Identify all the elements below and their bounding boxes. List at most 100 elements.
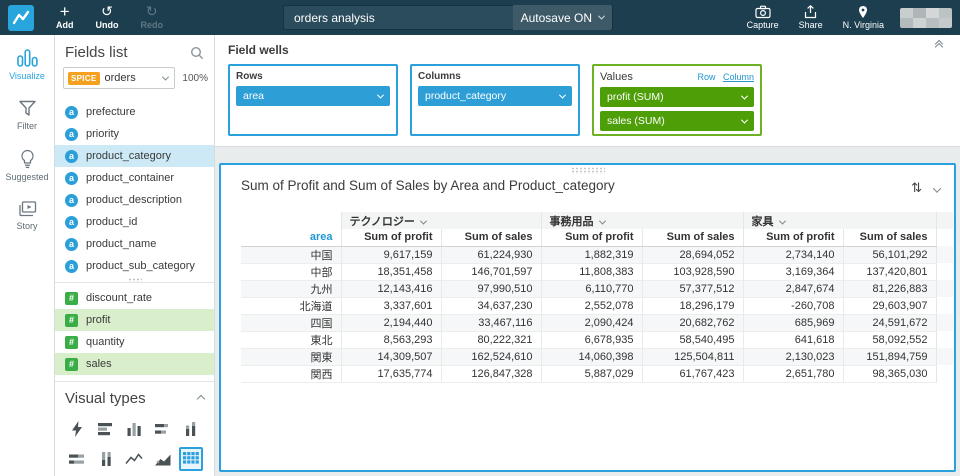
- values-well[interactable]: Values Row Column profit (SUM) sales (SUM…: [592, 64, 762, 136]
- pivot-value-header[interactable]: Sum of profit: [340, 229, 441, 247]
- pivot-value-cell[interactable]: 2,651,780: [742, 365, 843, 383]
- field-item-product_container[interactable]: a product_container: [55, 167, 214, 189]
- nav-visualize[interactable]: Visualize: [0, 47, 54, 81]
- pivot-value-header[interactable]: Sum of profit: [540, 229, 642, 247]
- pivot-value-cell[interactable]: 58,540,495: [641, 331, 743, 349]
- field-item-product_id[interactable]: a product_id: [55, 211, 214, 233]
- visual-type-autograph[interactable]: [65, 417, 89, 441]
- field-list-resize-handle[interactable]: [55, 278, 214, 283]
- pivot-value-cell[interactable]: 103,928,590: [641, 263, 743, 281]
- field-item-discount_rate[interactable]: # discount_rate: [55, 287, 214, 309]
- pivot-value-cell[interactable]: 56,101,292: [842, 246, 936, 264]
- visual-type-horizontal-bar[interactable]: [94, 417, 118, 441]
- pivot-row-label[interactable]: 中部: [241, 263, 341, 281]
- visual-type-area[interactable]: [151, 447, 175, 471]
- pivot-value-cell[interactable]: 29,603,907: [842, 297, 936, 315]
- pivot-value-header[interactable]: Sum of sales: [641, 229, 743, 247]
- pivot-value-cell[interactable]: 28,694,052: [641, 246, 743, 264]
- pivot-group-header-事務用品[interactable]: 事務用品: [540, 212, 743, 229]
- nav-filter[interactable]: Filter: [0, 99, 54, 131]
- pivot-group-header-家具[interactable]: 家具: [742, 212, 936, 229]
- pivot-value-header[interactable]: Sum of sales: [440, 229, 541, 247]
- field-item-quantity[interactable]: # quantity: [55, 331, 214, 353]
- pivot-value-cell[interactable]: 151,894,759: [842, 348, 936, 366]
- well-pill-profitSUM[interactable]: profit (SUM): [600, 87, 754, 107]
- visual-type-100-stacked-vertical[interactable]: [94, 447, 118, 471]
- pivot-value-cell[interactable]: 2,552,078: [540, 297, 642, 315]
- well-pill-salesSUM[interactable]: sales (SUM): [600, 111, 754, 131]
- pivot-row-label[interactable]: 関西: [241, 365, 341, 383]
- collapse-visual-types-icon[interactable]: [196, 394, 206, 403]
- values-column-toggle[interactable]: Column: [723, 72, 754, 82]
- pivot-value-cell[interactable]: 2,847,674: [742, 280, 843, 298]
- pivot-value-cell[interactable]: 98,365,030: [842, 365, 936, 383]
- visual-menu-button[interactable]: [932, 178, 942, 198]
- pivot-value-cell[interactable]: 61,767,423: [641, 365, 743, 383]
- pivot-value-cell[interactable]: 14,309,507: [340, 348, 441, 366]
- pivot-value-cell[interactable]: 57,377,512: [641, 280, 743, 298]
- well-pill-product_category[interactable]: product_category: [418, 86, 572, 106]
- pivot-value-cell[interactable]: 685,969: [742, 314, 843, 332]
- field-item-prefecture[interactable]: a prefecture: [55, 101, 214, 123]
- pivot-value-cell[interactable]: 34,637,230: [440, 297, 541, 315]
- swap-axes-icon[interactable]: ⇅: [911, 180, 922, 196]
- pivot-table-visual[interactable]: Sum of Profit and Sum of Sales by Area a…: [219, 163, 956, 472]
- visual-type-100-stacked-horizontal[interactable]: [65, 447, 89, 471]
- visual-type-line[interactable]: [122, 447, 146, 471]
- pivot-value-cell[interactable]: 20,682,762: [641, 314, 743, 332]
- columns-well[interactable]: Columns product_category: [410, 64, 580, 136]
- pivot-value-cell[interactable]: 162,524,610: [440, 348, 541, 366]
- pivot-value-cell[interactable]: 8,563,293: [340, 331, 441, 349]
- pivot-value-cell[interactable]: 641,618: [742, 331, 843, 349]
- visual-type-stacked-horizontal-bar[interactable]: [151, 417, 175, 441]
- pivot-value-cell[interactable]: 5,887,029: [540, 365, 642, 383]
- pivot-value-cell[interactable]: 97,990,510: [440, 280, 541, 298]
- field-item-priority[interactable]: a priority: [55, 123, 214, 145]
- pivot-value-cell[interactable]: -260,708: [742, 297, 843, 315]
- pivot-row-label[interactable]: 北海道: [241, 297, 341, 315]
- analysis-title[interactable]: orders analysis: [284, 11, 513, 25]
- pivot-value-cell[interactable]: 58,092,552: [842, 331, 936, 349]
- pivot-value-cell[interactable]: 9,617,159: [340, 246, 441, 264]
- search-icon[interactable]: [190, 46, 204, 60]
- pivot-row-label[interactable]: 関東: [241, 348, 341, 366]
- pivot-value-cell[interactable]: 2,194,440: [340, 314, 441, 332]
- pivot-value-cell[interactable]: 61,224,930: [440, 246, 541, 264]
- field-item-product_sub_category[interactable]: a product_sub_category: [55, 255, 214, 277]
- pivot-value-cell[interactable]: 14,060,398: [540, 348, 642, 366]
- pivot-value-cell[interactable]: 24,591,672: [842, 314, 936, 332]
- field-item-product_category[interactable]: a product_category: [55, 145, 214, 167]
- user-name-redacted[interactable]: [900, 7, 952, 28]
- field-item-product_name[interactable]: a product_name: [55, 233, 214, 255]
- pivot-value-cell[interactable]: 6,678,935: [540, 331, 642, 349]
- pivot-value-cell[interactable]: 80,222,321: [440, 331, 541, 349]
- pivot-value-cell[interactable]: 12,143,416: [340, 280, 441, 298]
- dataset-selector[interactable]: SPICE orders: [63, 67, 176, 89]
- pivot-row-label[interactable]: 九州: [241, 280, 341, 298]
- pivot-value-cell[interactable]: 3,169,364: [742, 263, 843, 281]
- pivot-value-header[interactable]: Sum of profit: [742, 229, 843, 247]
- pivot-row-label[interactable]: 四国: [241, 314, 341, 332]
- pivot-value-cell[interactable]: 126,847,328: [440, 365, 541, 383]
- field-item-sales[interactable]: # sales: [55, 353, 214, 375]
- undo-button[interactable]: ↺ Undo: [96, 4, 119, 30]
- pivot-value-cell[interactable]: 2,734,140: [742, 246, 843, 264]
- field-item-product_description[interactable]: a product_description: [55, 189, 214, 211]
- redo-button[interactable]: ↻ Redo: [141, 4, 164, 30]
- visual-type-stacked-vertical-bar[interactable]: [179, 417, 203, 441]
- pivot-value-cell[interactable]: 17,635,774: [340, 365, 441, 383]
- share-button[interactable]: Share: [799, 5, 823, 30]
- autosave-toggle[interactable]: Autosave ON: [512, 5, 612, 30]
- visual-drag-handle[interactable]: [570, 167, 605, 174]
- pivot-value-cell[interactable]: 3,337,601: [340, 297, 441, 315]
- pivot-value-cell[interactable]: 125,504,811: [641, 348, 743, 366]
- pivot-value-cell[interactable]: 6,110,770: [540, 280, 642, 298]
- pivot-value-cell[interactable]: 137,420,801: [842, 263, 936, 281]
- pivot-value-cell[interactable]: 33,467,116: [440, 314, 541, 332]
- visual-type-pivot-table[interactable]: [179, 447, 204, 471]
- field-item-profit[interactable]: # profit: [55, 309, 214, 331]
- pivot-value-cell[interactable]: 2,130,023: [742, 348, 843, 366]
- values-row-toggle[interactable]: Row: [697, 72, 715, 82]
- pivot-value-header[interactable]: Sum of sales: [842, 229, 936, 247]
- region-button[interactable]: N. Virginia: [843, 5, 884, 30]
